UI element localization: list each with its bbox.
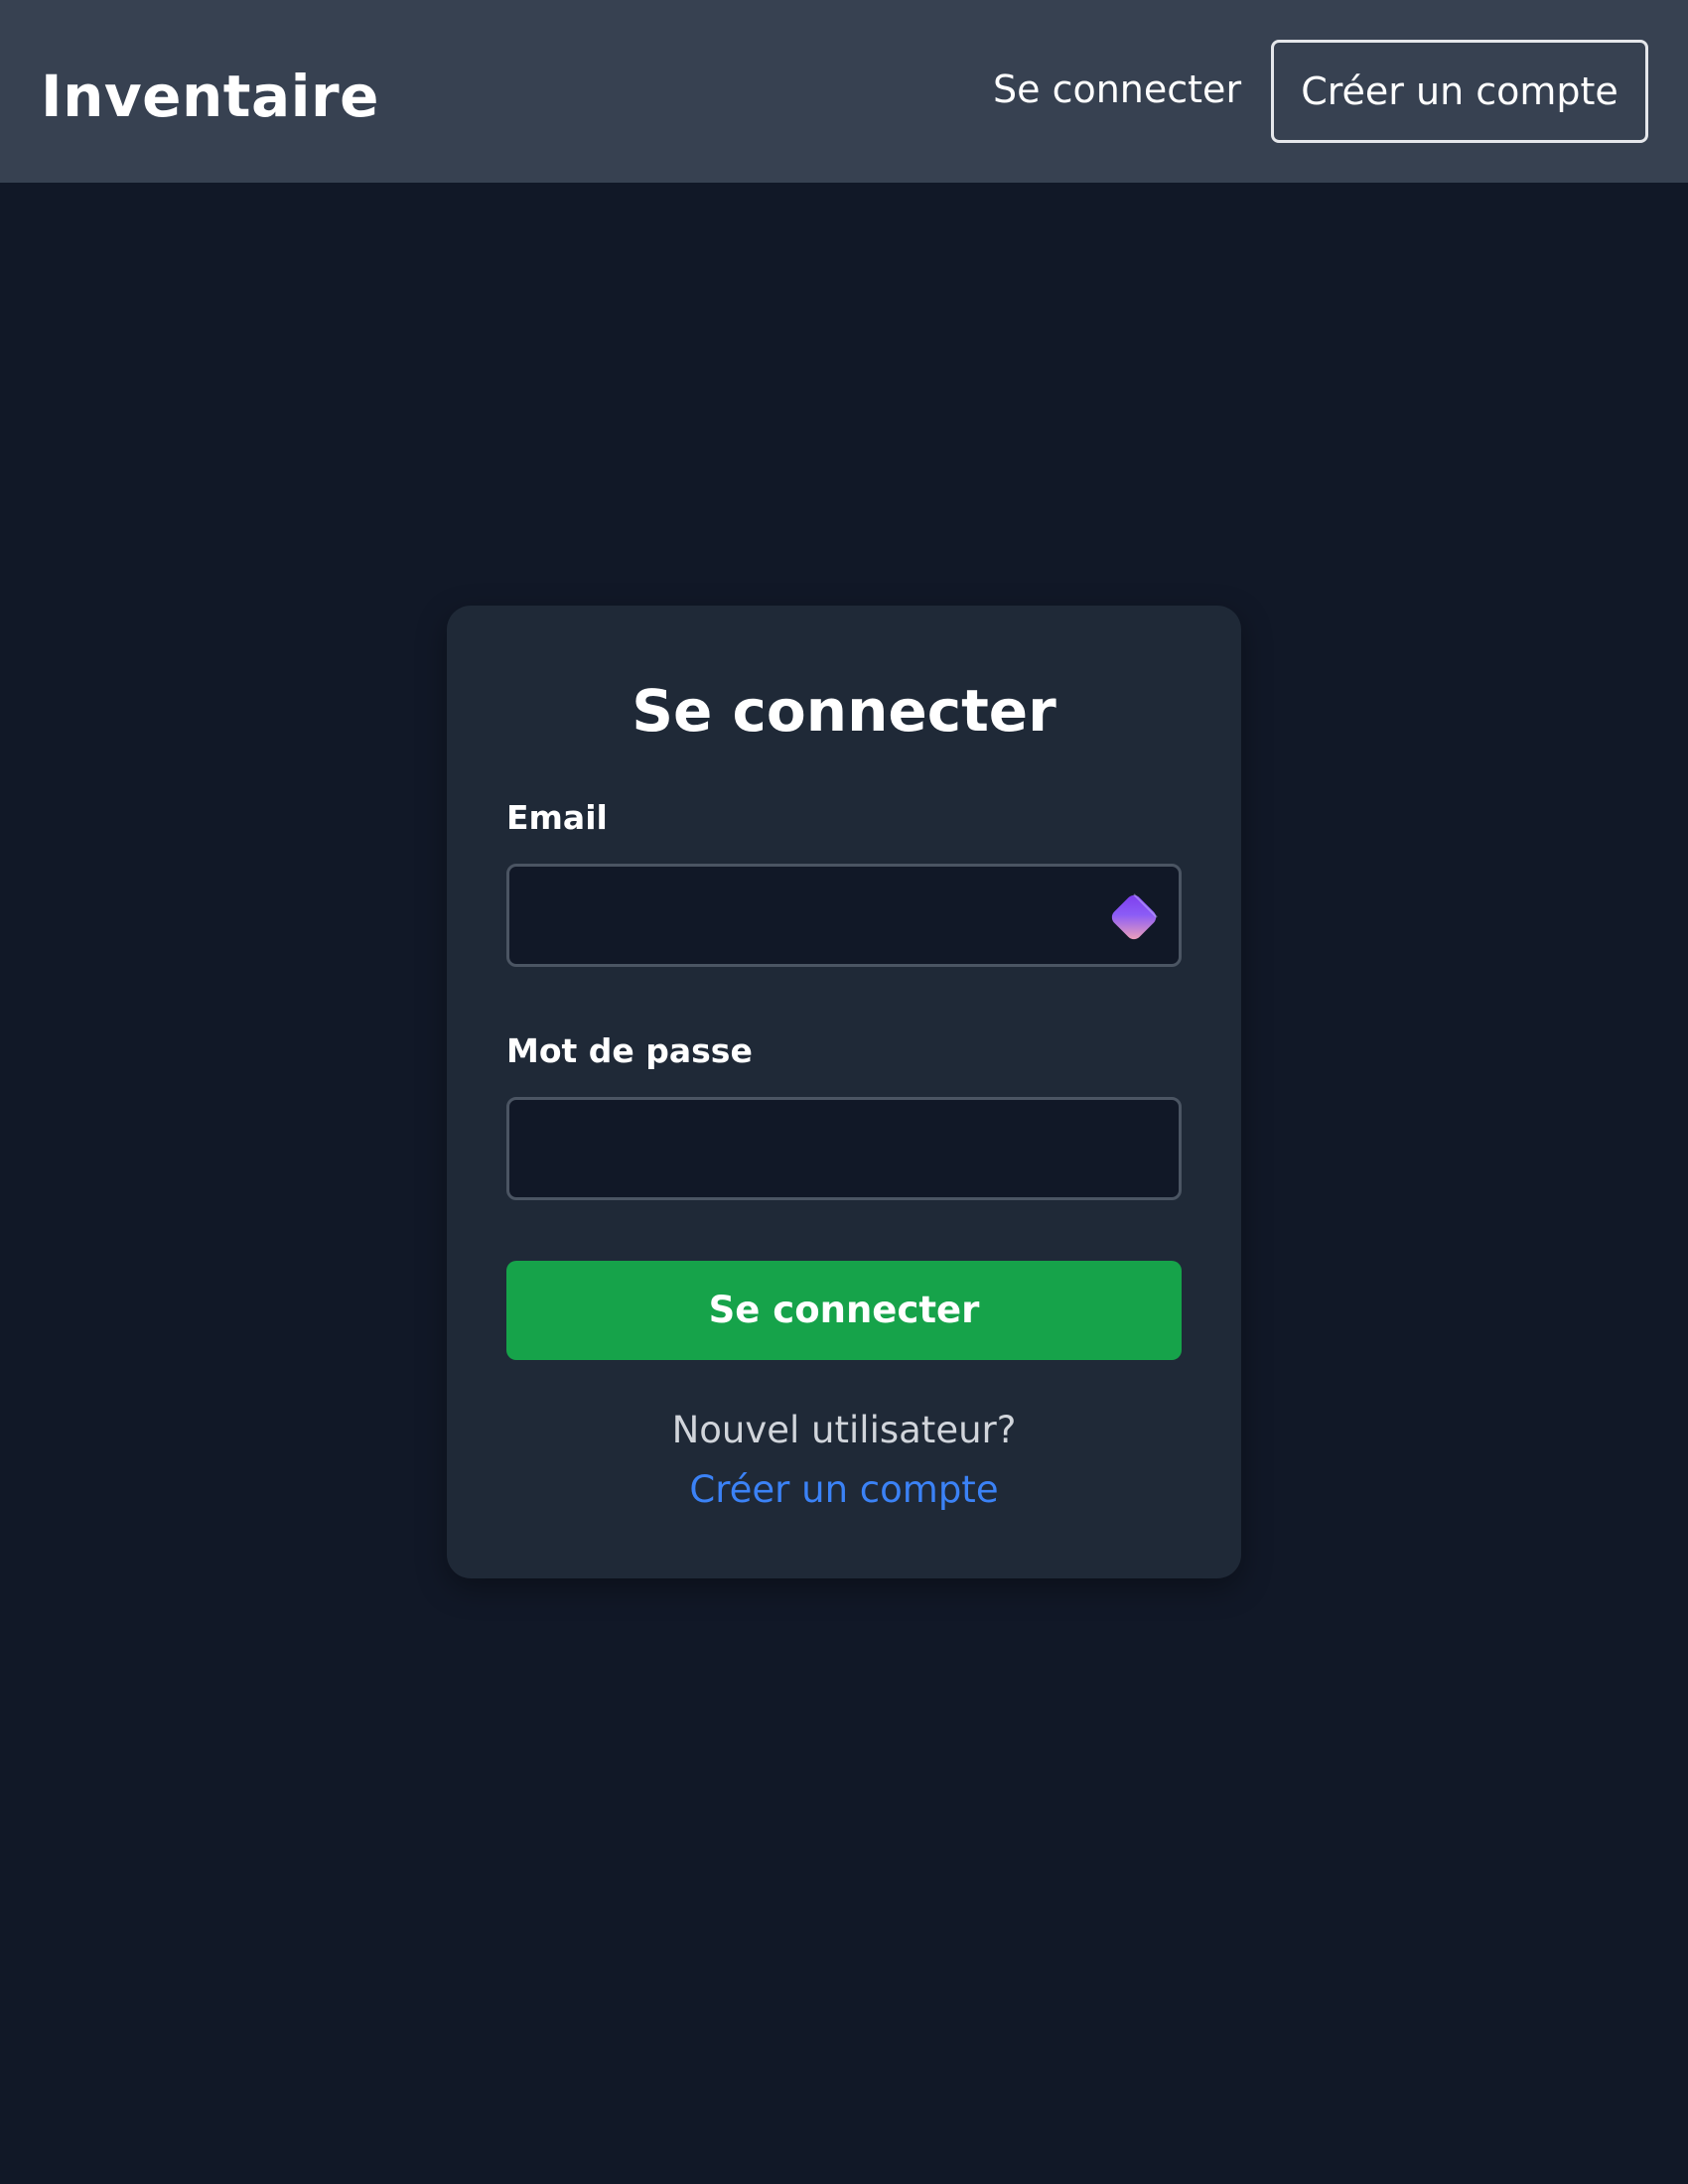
password-manager-extension-icon[interactable] [1105,888,1163,946]
login-card: Se connecter Email Mot de passe Se conne… [447,606,1241,1578]
register-link[interactable]: Créer un compte [447,1465,1241,1515]
brand-title[interactable]: Inventaire [41,58,379,135]
email-input[interactable] [509,867,1179,964]
nav-login-link[interactable]: Se connecter [993,64,1241,115]
email-field-box [506,864,1182,967]
password-field-box [506,1097,1182,1200]
login-submit-button[interactable]: Se connecter [506,1261,1182,1360]
nav-register-button[interactable]: Créer un compte [1271,40,1648,143]
login-title: Se connecter [632,677,1056,745]
password-input[interactable] [509,1100,1179,1197]
top-navbar: Inventaire Se connecter Créer un compte [0,0,1688,183]
password-label: Mot de passe [506,1031,753,1070]
new-user-text: Nouvel utilisateur? [671,1409,1017,1451]
email-label: Email [506,798,608,837]
